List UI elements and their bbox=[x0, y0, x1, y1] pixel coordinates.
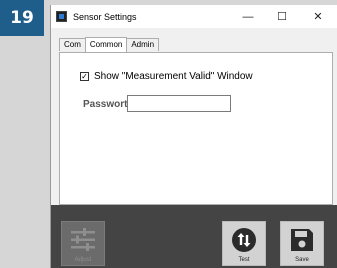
show-measurement-valid-label[interactable]: Show "Measurement Valid" Window bbox=[94, 71, 253, 82]
floppy-disk-icon bbox=[291, 229, 313, 251]
close-button[interactable]: ✕ bbox=[301, 5, 335, 28]
window-title: Sensor Settings bbox=[73, 11, 137, 22]
title-bar: Sensor Settings — ☐ ✕ bbox=[51, 5, 337, 28]
step-number-badge: 19 bbox=[0, 0, 44, 36]
test-button[interactable]: Test bbox=[222, 221, 266, 266]
password-label: Passwort bbox=[83, 99, 128, 110]
maximize-button[interactable]: ☐ bbox=[265, 5, 299, 28]
sliders-icon bbox=[71, 228, 95, 251]
save-button[interactable]: Save bbox=[280, 221, 324, 266]
save-button-label: Save bbox=[295, 257, 309, 263]
adjust-button-label: Adjust bbox=[74, 257, 92, 263]
tab-admin[interactable]: Admin bbox=[126, 38, 160, 51]
swap-arrows-icon bbox=[232, 228, 256, 252]
adjust-button[interactable]: Adjust bbox=[61, 221, 105, 266]
tab-com[interactable]: Com bbox=[59, 38, 86, 51]
sensor-settings-window: Sensor Settings — ☐ ✕ Com Common Admin ✓… bbox=[50, 5, 337, 268]
test-button-label: Test bbox=[238, 257, 250, 263]
app-icon bbox=[56, 11, 67, 22]
settings-tabs: Com Common Admin bbox=[59, 37, 160, 52]
minimize-button[interactable]: — bbox=[231, 5, 265, 28]
password-input[interactable] bbox=[127, 95, 231, 112]
tab-common[interactable]: Common bbox=[84, 37, 128, 52]
show-measurement-valid-row[interactable]: ✓ Show "Measurement Valid" Window bbox=[80, 71, 253, 82]
common-tab-panel: ✓ Show "Measurement Valid" Window Passwo… bbox=[59, 52, 333, 205]
show-measurement-valid-checkbox[interactable]: ✓ bbox=[80, 72, 89, 81]
bottom-toolbar: Adjust Test Save bbox=[51, 205, 337, 268]
